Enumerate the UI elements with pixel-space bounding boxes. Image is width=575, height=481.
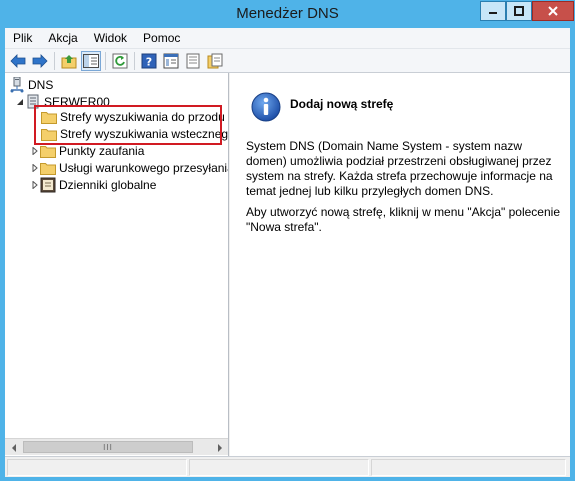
tree-node-conditional-forwarders[interactable]: Usługi warunkowego przesyłania d xyxy=(30,159,229,176)
detail-pane: Dodaj nową strefę System DNS (Domain Nam… xyxy=(230,73,570,456)
properties-button[interactable] xyxy=(161,51,181,71)
scroll-left-icon xyxy=(11,443,16,452)
refresh-button[interactable] xyxy=(110,51,130,71)
toolbar-separator xyxy=(134,51,135,70)
tree-node-dns[interactable]: DNS xyxy=(9,76,53,93)
up-folder-button[interactable] xyxy=(59,51,79,71)
up-folder-icon xyxy=(61,54,77,68)
minimize-button[interactable] xyxy=(480,1,506,21)
status-bar xyxy=(5,456,570,477)
scroll-right-icon xyxy=(217,443,222,452)
tree-node-global-logs[interactable]: Dzienniki globalne xyxy=(30,176,156,193)
svg-text:?: ? xyxy=(146,55,152,68)
tree-node-trust-points[interactable]: Punkty zaufania xyxy=(30,142,144,159)
minimize-icon xyxy=(489,12,497,14)
detail-paragraph-description: System DNS (Domain Name System - system … xyxy=(246,139,553,198)
show-hide-tree-button[interactable] xyxy=(81,50,101,71)
event-log-icon xyxy=(40,177,56,193)
tree-label-trust-points: Punkty zaufania xyxy=(59,143,145,158)
status-cell xyxy=(189,459,369,476)
detail-paragraph-instruction: Aby utworzyć nową strefę, kliknij w menu… xyxy=(246,205,560,234)
toolbar: ? xyxy=(5,48,570,72)
detail-title: Dodaj nową strefę xyxy=(290,97,394,111)
menu-pomoc[interactable]: Pomoc xyxy=(135,28,188,48)
properties-icon xyxy=(163,53,179,68)
status-cell xyxy=(371,459,566,476)
close-button[interactable] xyxy=(532,1,574,21)
console-tree[interactable]: DNS SERWER00 Strefy wyszukiwania do przo… xyxy=(5,73,229,456)
tree-label-dns: DNS xyxy=(28,77,54,92)
back-button[interactable] xyxy=(8,51,28,71)
show-hide-tree-icon xyxy=(83,53,99,68)
horizontal-scrollbar[interactable]: III xyxy=(5,438,228,455)
maximize-icon xyxy=(514,6,524,16)
folder-icon xyxy=(40,143,56,159)
scroll-thumb[interactable]: III xyxy=(23,441,193,453)
toolbar-separator xyxy=(54,51,55,70)
dns-server-icon xyxy=(9,76,25,93)
tree-label-global-logs: Dzienniki globalne xyxy=(59,177,157,192)
content-area: DNS SERWER00 Strefy wyszukiwania do przo… xyxy=(5,72,570,456)
collapsed-arrow-icon[interactable] xyxy=(30,142,40,159)
folder-icon xyxy=(40,160,56,176)
collapsed-arrow-icon[interactable] xyxy=(30,176,40,193)
forward-icon xyxy=(32,53,48,68)
info-icon xyxy=(251,92,281,122)
menu-plik[interactable]: Plik xyxy=(5,28,40,48)
menu-bar: Plik Akcja Widok Pomoc xyxy=(5,28,570,48)
list-view-icon xyxy=(186,53,200,68)
help-button[interactable]: ? xyxy=(139,51,159,71)
scroll-right-button[interactable] xyxy=(211,439,228,456)
tree-label-conditional-forwarders: Usługi warunkowego przesyłania d xyxy=(59,160,229,175)
maximize-button[interactable] xyxy=(506,1,532,21)
close-icon xyxy=(548,6,558,16)
scroll-left-button[interactable] xyxy=(5,439,22,456)
menu-akcja[interactable]: Akcja xyxy=(40,28,85,48)
status-cell xyxy=(7,459,187,476)
back-icon xyxy=(10,53,26,68)
highlight-annotation xyxy=(34,105,222,145)
dns-manager-window: Menedżer DNS Plik Akcja Widok Pomoc ? DN… xyxy=(0,0,575,481)
refresh-icon xyxy=(112,53,128,68)
list-view-button[interactable] xyxy=(183,51,203,71)
toolbar-separator xyxy=(105,51,106,70)
collapsed-arrow-icon[interactable] xyxy=(30,159,40,176)
menu-widok[interactable]: Widok xyxy=(86,28,135,48)
export-button[interactable] xyxy=(205,51,225,71)
expanded-arrow-icon[interactable] xyxy=(15,93,25,110)
forward-button[interactable] xyxy=(30,51,50,71)
help-icon: ? xyxy=(141,53,157,68)
title-bar[interactable]: Menedżer DNS xyxy=(0,0,575,28)
export-icon xyxy=(207,53,223,68)
